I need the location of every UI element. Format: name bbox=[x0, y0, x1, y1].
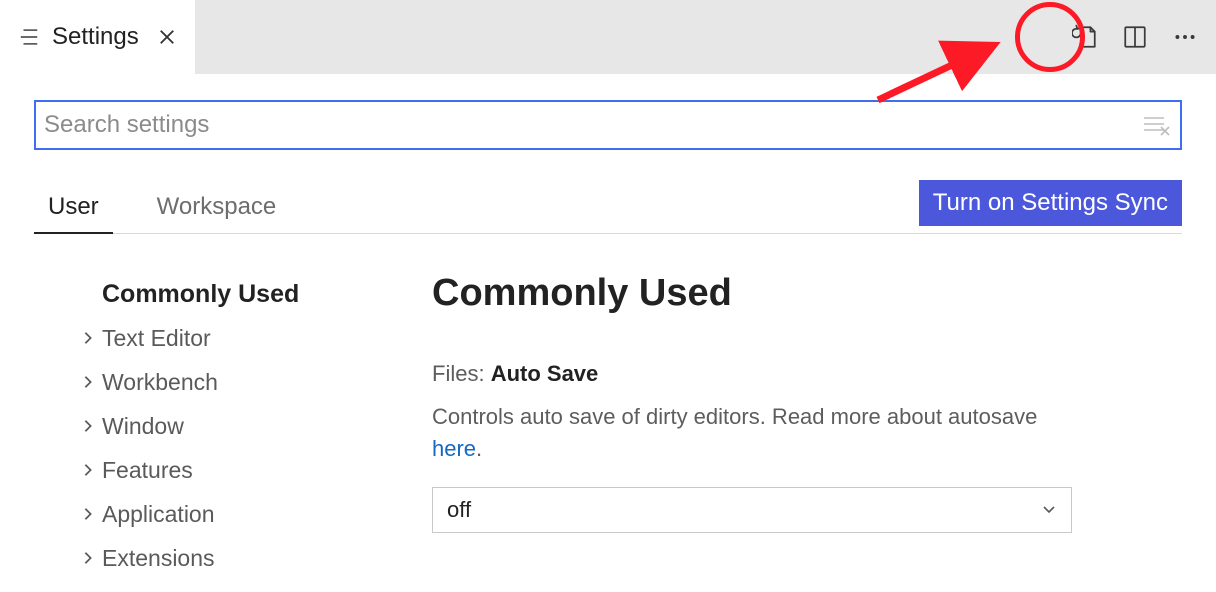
autosave-select[interactable]: off bbox=[432, 487, 1072, 533]
toc-item-workbench[interactable]: Workbench bbox=[78, 360, 408, 404]
toc-item-window[interactable]: Window bbox=[78, 404, 408, 448]
split-editor-icon[interactable] bbox=[1122, 24, 1148, 50]
scope-tab-workspace[interactable]: Workspace bbox=[143, 180, 291, 234]
scope-tab-user[interactable]: User bbox=[34, 180, 113, 234]
toc-item-application[interactable]: Application bbox=[78, 492, 408, 536]
chevron-down-icon bbox=[1041, 497, 1057, 523]
chevron-right-icon bbox=[78, 507, 98, 521]
setting-name: Auto Save bbox=[491, 361, 599, 386]
desc-text-after: . bbox=[476, 436, 482, 461]
setting-prefix: Files: bbox=[432, 361, 491, 386]
settings-editor: User Workspace Turn on Settings Sync › C… bbox=[0, 74, 1216, 580]
close-icon[interactable] bbox=[157, 27, 177, 47]
select-value: off bbox=[447, 497, 471, 523]
section-title: Commonly Used bbox=[432, 272, 1182, 315]
filter-icon[interactable] bbox=[1142, 114, 1170, 136]
desc-text: Controls auto save of dirty editors. Rea… bbox=[432, 404, 1037, 429]
chevron-right-icon bbox=[78, 375, 98, 389]
toc-item-commonly-used[interactable]: › Commonly Used bbox=[78, 272, 408, 316]
toc-item-features[interactable]: Features bbox=[78, 448, 408, 492]
toc-item-text-editor[interactable]: Text Editor bbox=[78, 316, 408, 360]
editor-tab-settings[interactable]: Settings bbox=[0, 0, 195, 74]
chevron-right-icon bbox=[78, 463, 98, 477]
open-settings-json-icon[interactable] bbox=[1072, 24, 1098, 50]
toc-label: Extensions bbox=[102, 545, 215, 572]
tab-label: Settings bbox=[52, 23, 139, 51]
title-actions bbox=[1072, 0, 1198, 74]
setting-description: Controls auto save of dirty editors. Rea… bbox=[432, 401, 1072, 465]
toc-label: Features bbox=[102, 457, 193, 484]
settings-toc: › Commonly Used Text Editor Workbench W bbox=[78, 272, 408, 580]
chevron-right-icon bbox=[78, 551, 98, 565]
toc-item-extensions[interactable]: Extensions bbox=[78, 536, 408, 580]
search-input[interactable] bbox=[44, 102, 1142, 148]
toc-label: Commonly Used bbox=[102, 280, 299, 309]
chevron-right-icon bbox=[78, 419, 98, 433]
toc-label: Application bbox=[102, 501, 215, 528]
settings-search bbox=[34, 100, 1182, 150]
toc-label: Text Editor bbox=[102, 325, 211, 352]
setting-label: Files: Auto Save bbox=[432, 361, 1182, 387]
more-actions-icon[interactable] bbox=[1172, 24, 1198, 50]
toc-label: Window bbox=[102, 413, 184, 440]
settings-list-icon bbox=[18, 26, 40, 48]
autosave-docs-link[interactable]: here bbox=[432, 436, 476, 461]
settings-main: Commonly Used Files: Auto Save Controls … bbox=[408, 272, 1182, 580]
titlebar: Settings bbox=[0, 0, 1216, 74]
settings-scope-tabs: User Workspace Turn on Settings Sync bbox=[34, 180, 1182, 234]
toc-label: Workbench bbox=[102, 369, 218, 396]
settings-sync-button[interactable]: Turn on Settings Sync bbox=[919, 180, 1182, 226]
chevron-right-icon bbox=[78, 331, 98, 345]
